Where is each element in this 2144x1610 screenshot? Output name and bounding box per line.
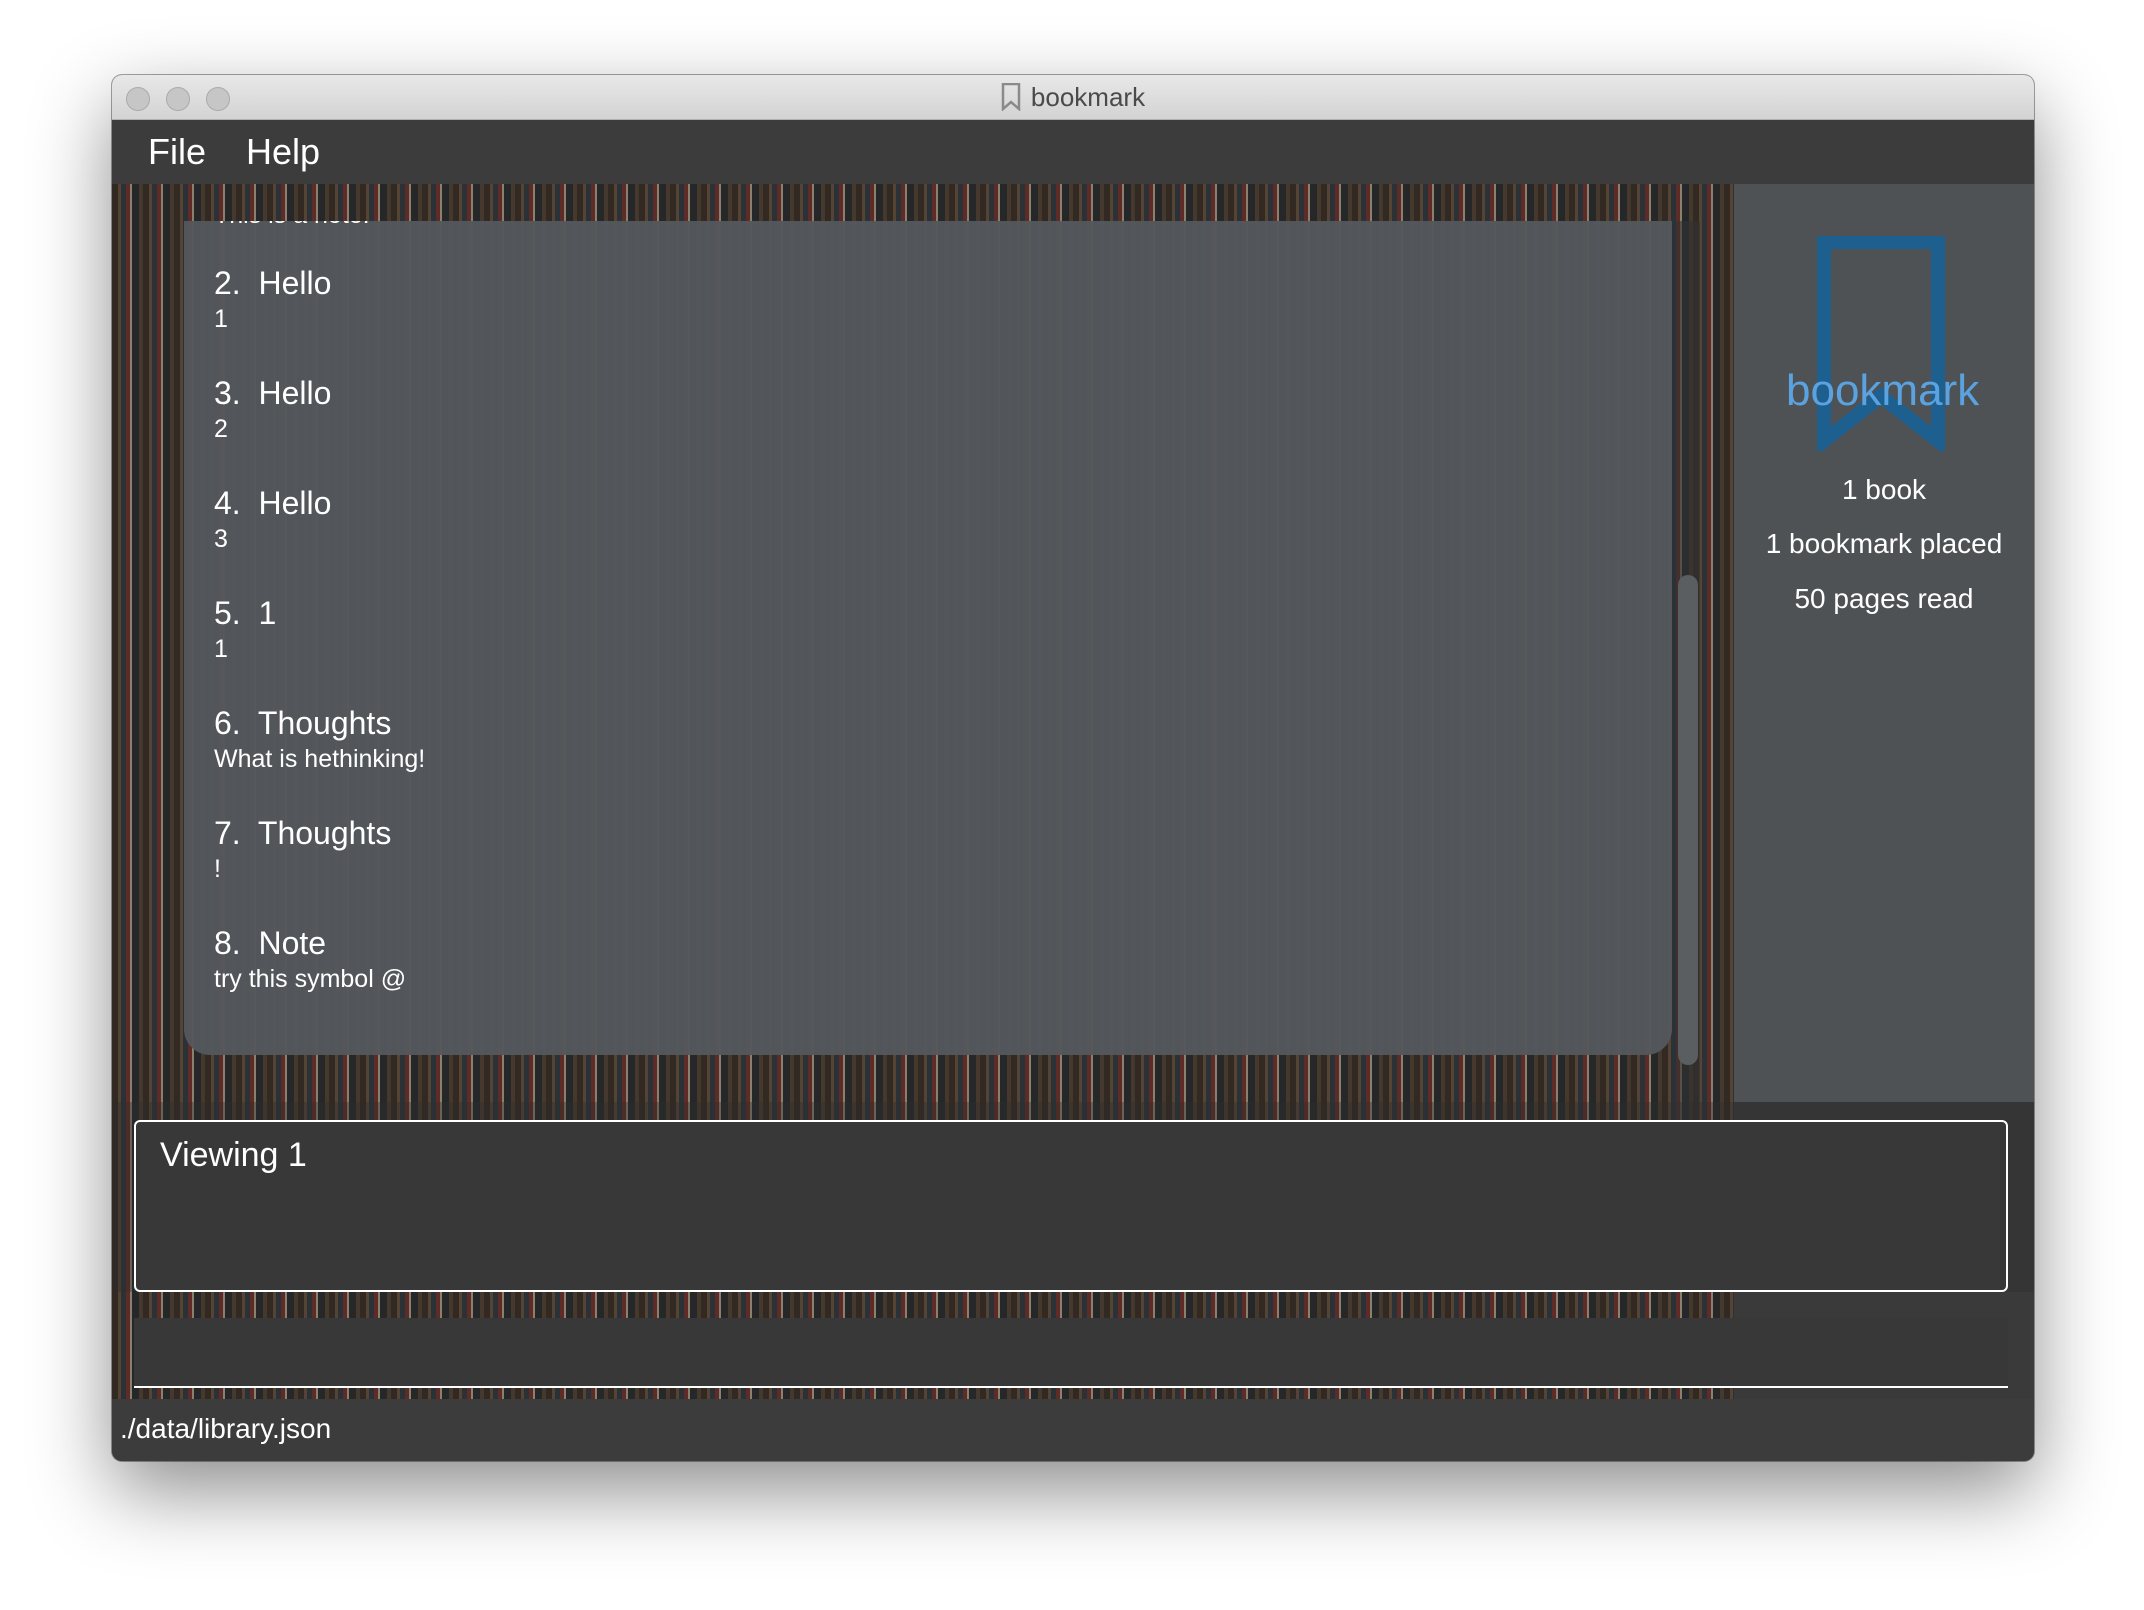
app-logo: bookmark (1786, 235, 1979, 456)
list-item[interactable]: 6. Thoughts What is hethinking! (214, 703, 425, 775)
bookmark-count: 1 bookmark placed (1765, 528, 2003, 559)
list-item[interactable]: 8. Note try this symbol @ (214, 923, 406, 995)
list-item-subtitle: 2 (214, 415, 228, 443)
pages-read: 50 pages read (1794, 583, 1974, 614)
list-item-subtitle: try this symbol @ (214, 965, 407, 993)
list-item-title: 7. Thoughts (214, 815, 392, 851)
window-title-group: bookmark (112, 75, 2034, 119)
list-item[interactable]: 2. Hello 1 (214, 263, 331, 335)
list-item-title: 3. Hello (214, 375, 332, 411)
summary-panel: bookmark 1 book 1 bookmark placed 50 pag… (1734, 184, 2034, 1102)
list-scrollbar-thumb[interactable] (1678, 575, 1698, 1065)
list-item-subtitle: 1 (214, 305, 228, 333)
result-text: Viewing 1 (160, 1136, 307, 1174)
list-item-subtitle: 3 (214, 525, 228, 553)
menu-help[interactable]: Help (246, 131, 320, 173)
list-item-subtitle: What is hethinking! (214, 745, 426, 773)
list-item-subtitle: ! (214, 855, 221, 883)
list-item[interactable]: 7. Thoughts ! (214, 813, 391, 885)
bookmark-logo-icon (1817, 235, 1945, 456)
menu-file[interactable]: File (148, 131, 206, 173)
window-title: bookmark (1030, 81, 1146, 112)
partial-list-item-text: This is a note. (214, 221, 370, 231)
status-bar: ./data/library.json (112, 1399, 2034, 1461)
list-item-title: 8. Note (214, 925, 327, 961)
list-item-title: 5. 1 (214, 595, 277, 631)
app-window: bookmark File Help This is a note. 2. He… (112, 75, 2034, 1461)
file-path: ./data/library.json (120, 1413, 332, 1444)
list-item-title: 2. Hello (214, 265, 332, 301)
list-item[interactable]: 3. Hello 2 (214, 373, 331, 445)
list-item[interactable]: 4. Hello 3 (214, 483, 331, 555)
book-note-list[interactable]: This is a note. 2. Hello 1 3. Hello 2 4.… (184, 221, 1672, 1055)
command-input[interactable] (134, 1318, 2008, 1388)
book-count: 1 book (1841, 474, 1927, 505)
title-bar: bookmark (112, 75, 2034, 120)
logo-text: bookmark (1786, 366, 1980, 415)
menu-bar: File Help (112, 120, 2034, 184)
list-item-subtitle: 1 (214, 635, 228, 663)
list-item-title: 4. Hello (214, 485, 332, 521)
result-display: Viewing 1 (134, 1120, 2008, 1292)
list-item-title: 6. Thoughts (214, 705, 392, 741)
list-item[interactable]: 5. 1 1 (214, 593, 276, 665)
bookmark-icon (1001, 83, 1021, 111)
